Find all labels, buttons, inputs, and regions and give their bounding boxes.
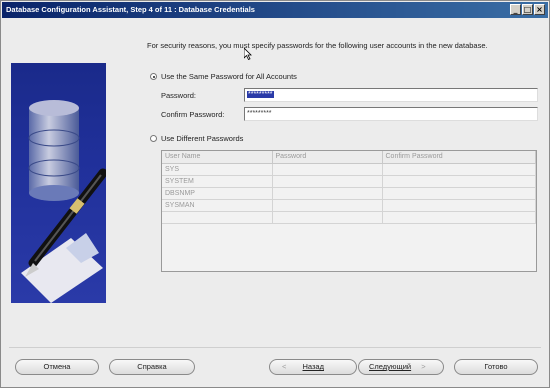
same-password-option[interactable]: Use the Same Password for All Accounts (150, 72, 297, 81)
user-name-cell: DBSNMP (162, 187, 273, 200)
table-row (162, 211, 536, 224)
title-bar: Database Configuration Assistant, Step 4… (2, 2, 548, 18)
password-cell[interactable] (272, 175, 383, 188)
help-button[interactable]: Справка (109, 359, 195, 375)
footer-divider (9, 347, 541, 348)
help-label: Справка (137, 362, 167, 371)
different-passwords-option[interactable]: Use Different Passwords (150, 134, 243, 143)
database-pen-illustration (11, 63, 106, 303)
back-button[interactable]: < Назад (269, 359, 357, 375)
back-label: Назад (302, 362, 324, 371)
user-name-cell: SYSMAN (162, 199, 273, 212)
cancel-button[interactable]: Отмена (15, 359, 99, 375)
finish-button[interactable]: Готово (454, 359, 538, 375)
password-field[interactable]: ********* (244, 88, 538, 102)
back-arrow-icon: < (282, 362, 287, 371)
user-name-cell: SYS (162, 163, 273, 176)
password-cell[interactable] (272, 163, 383, 176)
table-row: SYS (162, 163, 536, 176)
finish-label: Готово (484, 362, 508, 371)
different-passwords-radio[interactable] (150, 135, 157, 142)
dbca-window: Database Configuration Assistant, Step 4… (0, 0, 550, 388)
table-row: DBSNMP (162, 187, 536, 200)
user-name-cell: SYSTEM (162, 175, 273, 188)
next-arrow-icon: > (421, 362, 426, 371)
minimize-button[interactable]: _ (510, 4, 521, 15)
next-label: Следующий (369, 362, 412, 371)
intro-text: For security reasons, you must specify p… (147, 41, 488, 50)
mouse-cursor-icon (244, 48, 252, 60)
column-header-user: User Name (162, 151, 273, 164)
confirm-password-cell[interactable] (382, 163, 536, 176)
confirm-password-cell[interactable] (382, 187, 536, 200)
user-password-table: User Name Password Confirm Password SYS … (161, 150, 537, 272)
table-row: SYSMAN (162, 199, 536, 212)
confirm-password-cell[interactable] (382, 175, 536, 188)
window-title: Database Configuration Assistant, Step 4… (6, 5, 255, 14)
same-password-radio[interactable] (150, 73, 157, 80)
table-row: SYSTEM (162, 175, 536, 188)
column-header-password: Password (272, 151, 383, 164)
password-value: ********* (247, 91, 274, 98)
confirm-password-field[interactable]: ********* (244, 107, 538, 121)
maximize-button[interactable]: □ (522, 4, 533, 15)
confirm-password-value: ********* (247, 110, 272, 117)
database-pen-icon (21, 100, 106, 303)
column-header-confirm: Confirm Password (382, 151, 536, 164)
close-button[interactable]: × (534, 4, 545, 15)
table-header-row: User Name Password Confirm Password (162, 151, 536, 164)
password-cell[interactable] (272, 199, 383, 212)
confirm-password-cell[interactable] (382, 199, 536, 212)
next-button[interactable]: Следующий > (358, 359, 444, 375)
password-cell[interactable] (272, 187, 383, 200)
confirm-password-label: Confirm Password: (161, 110, 225, 119)
window-controls: _ □ × (510, 4, 545, 15)
cancel-label: Отмена (43, 362, 71, 371)
password-label: Password: (161, 91, 197, 100)
different-passwords-label: Use Different Passwords (161, 134, 244, 143)
same-password-label: Use the Same Password for All Accounts (161, 72, 297, 81)
